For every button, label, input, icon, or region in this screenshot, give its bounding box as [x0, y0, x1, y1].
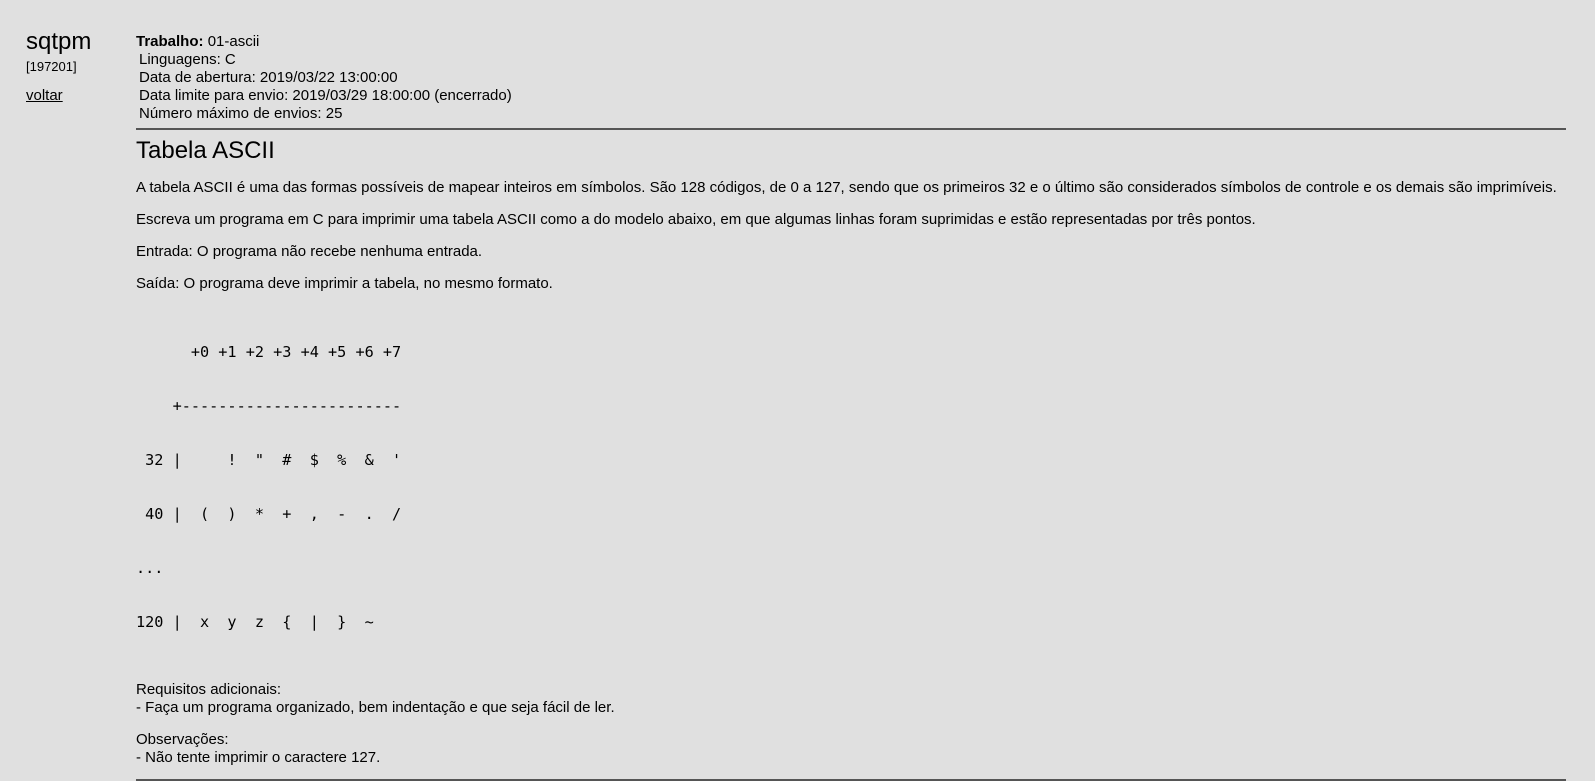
job-info: Linguagens: C Data de abertura: 2019/03/…: [139, 51, 1566, 123]
requirements-title: Requisitos adicionais:: [136, 681, 282, 698]
divider: [136, 128, 1566, 130]
table-line: 40 | ( ) * + , - . /: [136, 505, 402, 523]
statement-title: Tabela ASCII: [136, 137, 275, 164]
paragraph: Saída: O programa deve imprimir a tabela…: [136, 275, 553, 292]
back-link[interactable]: voltar: [26, 87, 63, 104]
info-languages: Linguagens: C: [139, 51, 236, 68]
info-open-date: Data de abertura: 2019/03/22 13:00:00: [139, 69, 398, 86]
info-max-submissions: Número máximo de envios: 25: [139, 105, 343, 122]
job-label: Trabalho:: [136, 33, 204, 50]
job-name: 01-ascii: [207, 33, 260, 50]
note-item: - Não tente imprimir o caractere 127.: [136, 749, 381, 766]
main-content: Trabalho: 01-ascii Linguagens: C Data de…: [136, 32, 1566, 781]
paragraph: Escreva um programa em C para imprimir u…: [136, 211, 1256, 228]
paragraph: A tabela ASCII é uma das formas possívei…: [136, 179, 1557, 196]
requirements: Requisitos adicionais: - Faça um program…: [136, 681, 1566, 717]
paragraph: Entrada: O programa não recebe nenhuma e…: [136, 243, 483, 260]
info-deadline: Data limite para envio: 2019/03/29 18:00…: [139, 87, 512, 104]
table-line: 32 | ! " # $ % & ': [136, 451, 402, 469]
ascii-table-example: +0 +1 +2 +3 +4 +5 +6 +7 +---------------…: [136, 307, 1566, 667]
table-line: ...: [136, 559, 164, 577]
notes-title: Observações:: [136, 731, 229, 748]
app-title: sqtpm: [26, 28, 92, 55]
sidebar: sqtpm [197201] voltar: [26, 28, 116, 105]
table-line: 120 | x y z { | } ~: [136, 613, 374, 631]
notes: Observações: - Não tente imprimir o cara…: [136, 731, 1566, 767]
requirement-item: - Faça um programa organizado, bem inden…: [136, 699, 615, 716]
table-line: +------------------------: [136, 397, 402, 415]
job-header: Trabalho: 01-ascii: [136, 32, 1566, 51]
table-line: +0 +1 +2 +3 +4 +5 +6 +7: [136, 343, 402, 361]
course-code: [197201]: [26, 59, 77, 74]
